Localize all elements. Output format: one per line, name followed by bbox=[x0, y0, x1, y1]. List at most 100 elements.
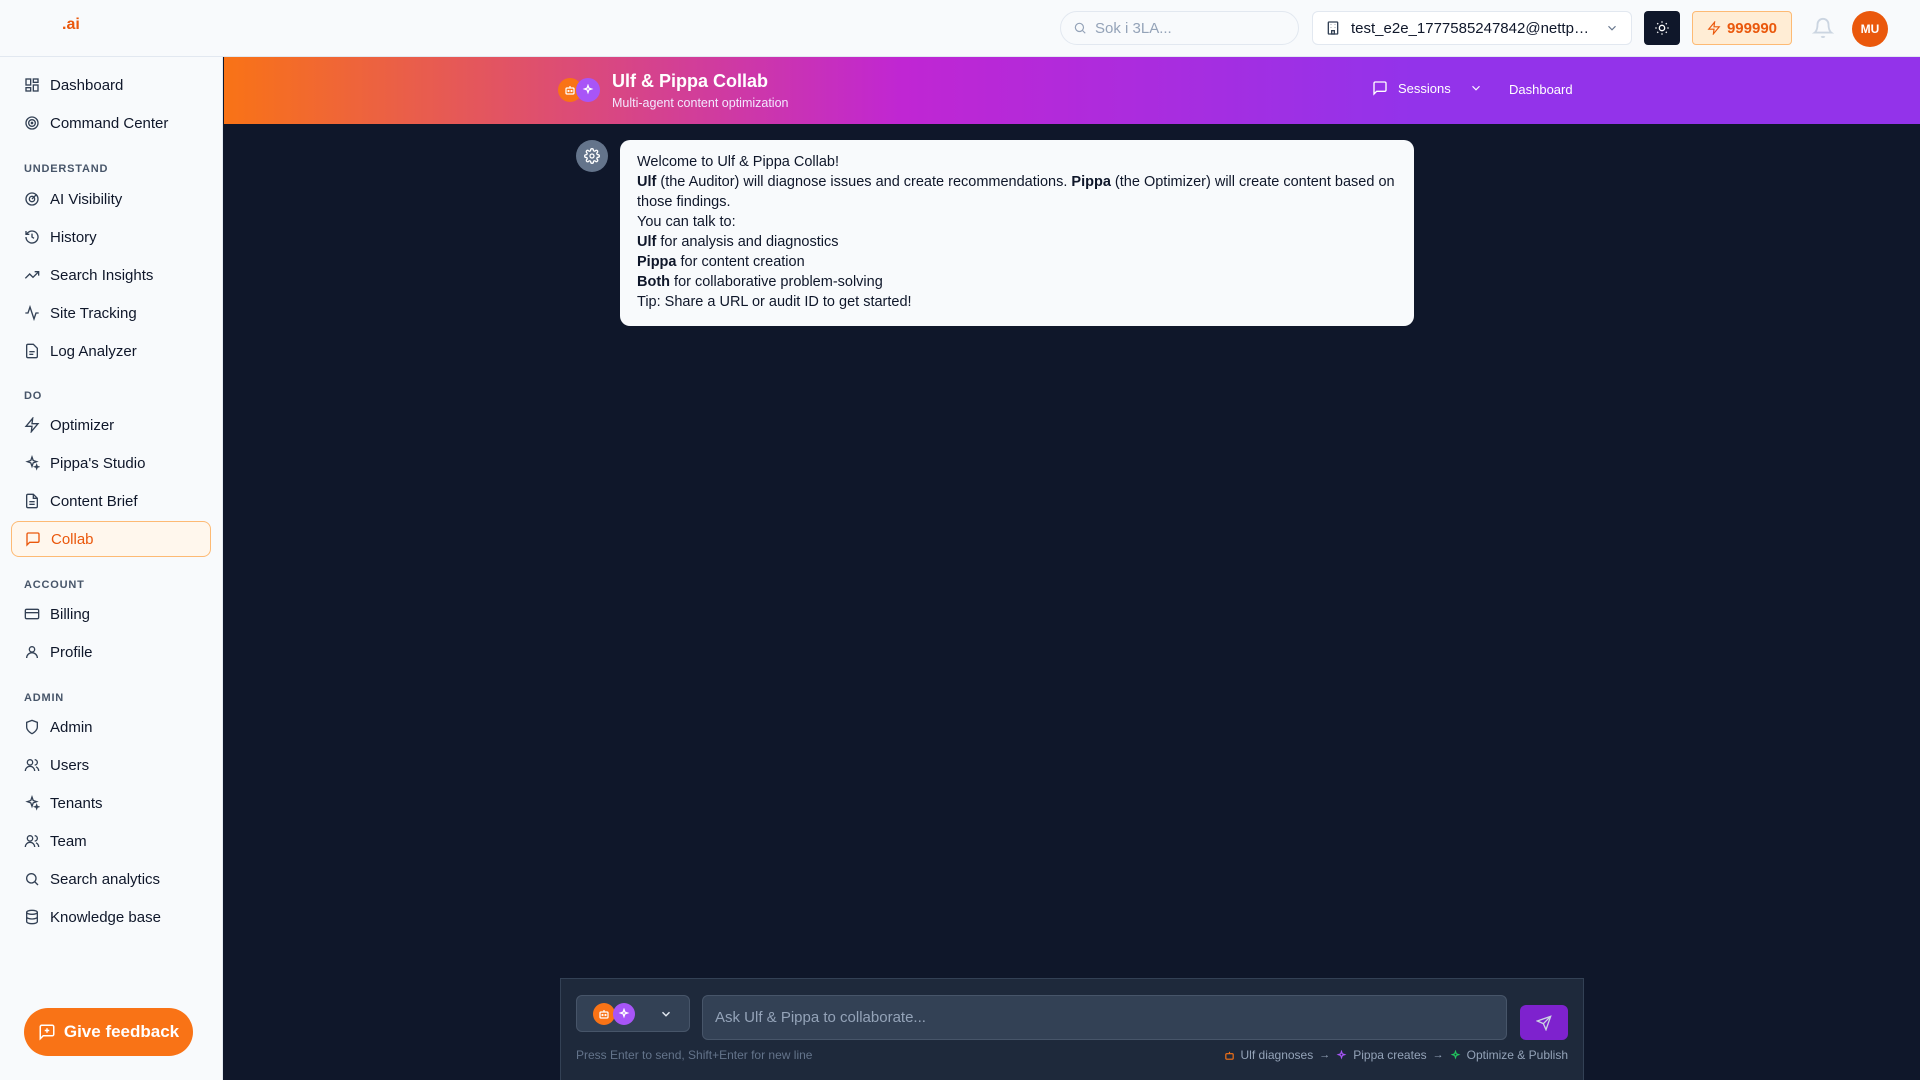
welcome-line: Welcome to Ulf & Pippa Collab! bbox=[637, 154, 840, 170]
sidebar-item-label: Collab bbox=[51, 530, 94, 548]
feedback-label: Give feedback bbox=[63, 1022, 180, 1041]
section-label-do: DO bbox=[24, 390, 43, 402]
section-label-understand: UNDERSTAND bbox=[24, 163, 109, 175]
option-desc: for analysis and diagnostics bbox=[656, 234, 839, 250]
target-icon bbox=[25, 116, 39, 130]
page-title: Ulf & Pippa Collab bbox=[612, 71, 769, 91]
agent-name: Pippa bbox=[1071, 174, 1111, 190]
option-desc: for content creation bbox=[676, 254, 805, 270]
sidebar-item-log-analyzer[interactable]: Log Analyzer bbox=[11, 333, 211, 369]
send-button[interactable] bbox=[1520, 1005, 1568, 1040]
composer-hint: Press Enter to send, Shift+Enter for new… bbox=[576, 1048, 813, 1062]
search-icon bbox=[26, 873, 39, 886]
sidebar-item-history[interactable]: History bbox=[11, 219, 211, 255]
agent-name: Ulf bbox=[637, 174, 657, 190]
tenant-selector[interactable]: test_e2e_1777585247842@nettpil... bbox=[1312, 11, 1632, 45]
sparkles-icon bbox=[25, 795, 40, 811]
user-avatar[interactable]: MU bbox=[1852, 11, 1888, 47]
chevron-down-icon bbox=[661, 1011, 671, 1017]
sidebar-item-label: Billing bbox=[50, 605, 91, 623]
sidebar-item-collab[interactable]: Collab bbox=[11, 521, 211, 557]
search-icon bbox=[1074, 22, 1086, 34]
sidebar-item-tenants[interactable]: Tenants bbox=[11, 785, 211, 821]
workflow-step: Pippa creates bbox=[1353, 1048, 1427, 1062]
talk-to-line: You can talk to: bbox=[637, 214, 736, 230]
users-icon bbox=[24, 759, 40, 772]
history-icon bbox=[25, 230, 39, 244]
collab-header bbox=[224, 57, 1920, 124]
radar-icon bbox=[25, 192, 39, 206]
workflow-step: Optimize & Publish bbox=[1466, 1048, 1568, 1062]
ulf-avatar bbox=[593, 1003, 615, 1025]
bot-icon bbox=[1224, 1051, 1234, 1060]
sidebar-item-search-analytics[interactable]: Search analytics bbox=[11, 861, 211, 897]
sidebar-item-label: Command Center bbox=[50, 114, 169, 132]
credits-button[interactable]: 999990 bbox=[1692, 11, 1792, 45]
sparkles-icon bbox=[582, 84, 594, 95]
dashboard-link[interactable]: Dashboard bbox=[1509, 82, 1573, 97]
bell-icon[interactable] bbox=[1812, 17, 1834, 39]
sidebar-item-pippas-studio[interactable]: Pippa's Studio bbox=[11, 445, 211, 481]
sidebar-item-command-center[interactable]: Command Center bbox=[11, 105, 211, 141]
sidebar-item-users[interactable]: Users bbox=[11, 747, 211, 783]
sidebar-item-profile[interactable]: Profile bbox=[11, 634, 211, 670]
sparkles-icon bbox=[618, 1008, 630, 1019]
sidebar-item-team[interactable]: Team bbox=[11, 823, 211, 859]
message-icon bbox=[26, 532, 40, 547]
database-icon bbox=[26, 909, 38, 925]
sidebar-item-billing[interactable]: Billing bbox=[11, 596, 211, 632]
agent-selector[interactable] bbox=[576, 995, 690, 1032]
pippa-avatar bbox=[576, 78, 600, 102]
tip-line: Tip: Share a URL or audit ID to get star… bbox=[637, 294, 912, 310]
credits-count: 999990 bbox=[1726, 19, 1778, 37]
sparkles-icon bbox=[25, 455, 40, 471]
sidebar-item-label: Team bbox=[50, 832, 87, 850]
document-icon bbox=[26, 493, 38, 509]
chevron-down-icon bbox=[1471, 85, 1480, 91]
sidebar-item-knowledge-base[interactable]: Knowledge base bbox=[11, 899, 211, 935]
option-name: Ulf bbox=[637, 234, 657, 250]
sidebar-item-optimizer[interactable]: Optimizer bbox=[11, 407, 211, 443]
sidebar-item-ai-visibility[interactable]: AI Visibility bbox=[11, 181, 211, 217]
pippa-avatar bbox=[613, 1003, 635, 1025]
arrow-separator: → bbox=[1432, 1049, 1444, 1061]
sidebar-item-content-brief[interactable]: Content Brief bbox=[11, 483, 211, 519]
sidebar-item-label: Tenants bbox=[50, 794, 103, 812]
top-bar: .ai test_e2e_1777585247842@nettpil... 99… bbox=[0, 0, 1920, 57]
message-icon bbox=[1373, 81, 1387, 96]
sun-icon bbox=[1655, 21, 1669, 35]
sidebar-item-label: Search analytics bbox=[50, 870, 161, 888]
grid-icon bbox=[25, 78, 39, 92]
app-logo[interactable]: .ai bbox=[62, 16, 80, 34]
user-icon bbox=[26, 646, 38, 659]
shield-icon bbox=[26, 719, 38, 735]
sidebar-item-label: Profile bbox=[50, 643, 93, 661]
arrow-separator: → bbox=[1319, 1049, 1331, 1061]
option-name: Both bbox=[637, 274, 671, 290]
activity-icon bbox=[25, 305, 39, 321]
zap-icon bbox=[24, 417, 40, 433]
sidebar-item-dashboard[interactable]: Dashboard bbox=[11, 67, 211, 103]
sessions-dropdown[interactable]: Sessions bbox=[1372, 80, 1483, 96]
bot-icon bbox=[565, 86, 575, 95]
sidebar-item-label: Search Insights bbox=[50, 266, 154, 284]
sidebar-item-label: Users bbox=[50, 756, 90, 774]
sidebar-item-label: Content Brief bbox=[50, 492, 138, 510]
feedback-icon bbox=[39, 1024, 55, 1041]
sidebar-item-label: History bbox=[50, 228, 97, 246]
sidebar-item-site-tracking[interactable]: Site Tracking bbox=[11, 295, 211, 331]
sidebar-item-admin[interactable]: Admin bbox=[11, 709, 211, 745]
chevron-down-icon bbox=[1608, 25, 1616, 31]
search-input[interactable] bbox=[1095, 19, 1285, 37]
section-label-admin: ADMIN bbox=[24, 692, 65, 704]
bot-icon bbox=[599, 1010, 609, 1019]
give-feedback-button[interactable]: Give feedback bbox=[24, 1008, 193, 1056]
theme-toggle-button[interactable] bbox=[1644, 11, 1680, 45]
global-search[interactable] bbox=[1060, 11, 1299, 45]
sidebar-item-search-insights[interactable]: Search Insights bbox=[11, 257, 211, 293]
message-input[interactable] bbox=[702, 995, 1507, 1040]
intro-line: Ulf (the Auditor) will diagnose issues a… bbox=[637, 172, 1397, 212]
system-avatar bbox=[576, 140, 608, 172]
credit-card-icon bbox=[24, 608, 40, 620]
option-line: Ulf for analysis and diagnostics bbox=[637, 232, 1397, 252]
